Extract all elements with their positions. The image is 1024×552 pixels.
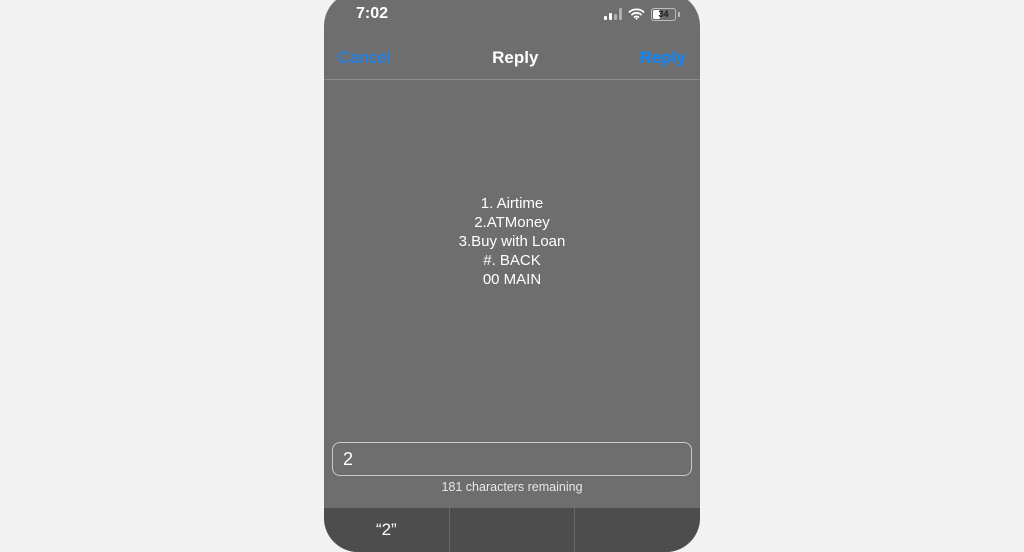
characters-remaining: 181 characters remaining <box>332 476 692 502</box>
menu-line: #. BACK <box>459 251 566 270</box>
keyboard-suggestion[interactable] <box>450 508 576 552</box>
cancel-button[interactable]: Cancel <box>338 48 391 68</box>
phone-frame: 7:02 34 Cancel Reply Re <box>324 0 700 552</box>
status-bar: 7:02 34 <box>324 0 700 36</box>
nav-bar: Cancel Reply Reply <box>324 36 700 80</box>
wifi-icon <box>628 8 645 20</box>
menu-line: 2.ATMoney <box>459 213 566 232</box>
battery-icon: 34 <box>651 8 680 21</box>
nav-title: Reply <box>492 48 538 68</box>
ussd-menu-text: 1. Airtime 2.ATMoney 3.Buy with Loan #. … <box>459 194 566 289</box>
cellular-signal-icon <box>604 8 622 20</box>
menu-line: 00 MAIN <box>459 270 566 289</box>
keyboard-suggestion[interactable] <box>575 508 700 552</box>
battery-percent-text: 34 <box>652 9 675 20</box>
content-area: 1. Airtime 2.ATMoney 3.Buy with Loan #. … <box>324 80 700 552</box>
menu-line: 3.Buy with Loan <box>459 232 566 251</box>
keyboard-suggestion[interactable]: “2” <box>324 508 450 552</box>
status-right: 34 <box>604 8 680 21</box>
reply-button[interactable]: Reply <box>640 48 686 68</box>
reply-input[interactable] <box>332 442 692 476</box>
keyboard-suggestion-bar: “2” <box>324 508 700 552</box>
menu-line: 1. Airtime <box>459 194 566 213</box>
status-time: 7:02 <box>356 5 388 23</box>
input-area: 181 characters remaining <box>324 442 700 508</box>
ussd-menu: 1. Airtime 2.ATMoney 3.Buy with Loan #. … <box>324 80 700 442</box>
